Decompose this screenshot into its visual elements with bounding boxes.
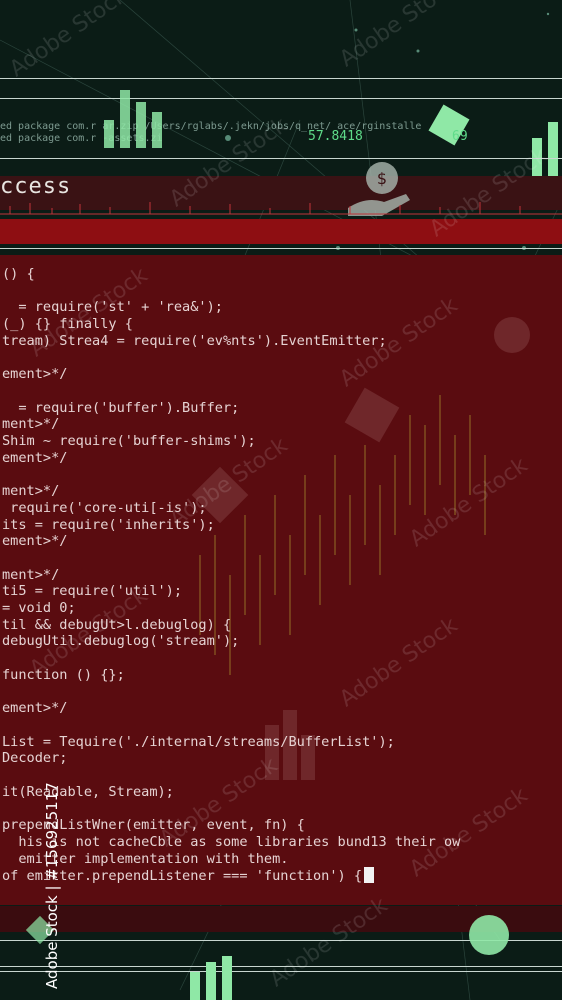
svg-text:$: $: [377, 169, 387, 188]
code-line: his is not cacheCble as some libraries b…: [2, 833, 461, 850]
bar-chart-icon: [190, 956, 232, 1000]
ticker-value: 69: [452, 129, 468, 144]
code-line: debugUtil.debuglog('stream');: [2, 633, 240, 650]
bar-chart-icon: [104, 90, 162, 148]
code-line: ement>*/: [2, 449, 68, 466]
code-line: = void 0;: [2, 600, 76, 617]
code-line: () {: [2, 266, 35, 282]
code-line: Shim ~ require('buffer-shims');: [2, 433, 256, 450]
code-line: ement>*/: [2, 533, 68, 550]
divider-line: [0, 158, 562, 159]
code-line: function () {};: [2, 666, 125, 683]
code-line: Decoder;: [2, 750, 68, 767]
code-line: it(Readable, Stream);: [2, 783, 174, 800]
code-line: ti5 = require('util');: [2, 583, 183, 600]
text-cursor: [364, 867, 375, 884]
banner-title: ccess: [0, 174, 72, 199]
code-line: ment>*/: [2, 483, 60, 500]
code-line: ment>*/: [2, 566, 60, 583]
code-line: List = Tequire('./internal/streams/Buffe…: [2, 733, 395, 750]
pie-chart-icon: [469, 915, 509, 955]
stock-id-label: Adobe Stock | #156925117: [43, 782, 61, 989]
code-line: ement>*/: [2, 700, 68, 717]
diamond-icon: [428, 104, 470, 146]
divider-line: [0, 78, 562, 79]
code-line: = require('buffer').Buffer;: [2, 399, 240, 416]
divider-line: [0, 248, 562, 249]
code-line: ement>*/: [2, 366, 68, 383]
ticker-value: 57.8418: [308, 129, 363, 144]
code-line: ment>*/: [2, 416, 60, 433]
red-bar: [0, 219, 562, 244]
